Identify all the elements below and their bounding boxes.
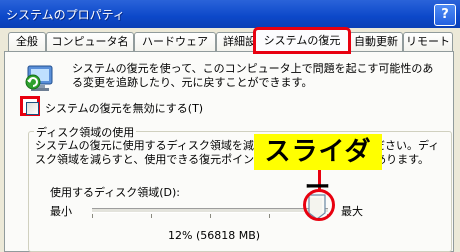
disk-usage-slider-label: 使用するディスク領域(D):: [50, 186, 180, 199]
disk-usage-legend: ディスク領域の使用: [34, 124, 137, 140]
tab-general[interactable]: 全般: [8, 32, 46, 51]
slider-tick: [269, 214, 270, 218]
tab-computer-name[interactable]: コンピュータ名: [46, 32, 134, 51]
slider-tick: [210, 214, 211, 218]
slider-tick: [92, 214, 93, 218]
disable-restore-label[interactable]: システムの復元を無効にする(T): [45, 100, 203, 116]
tab-strip: 全般 コンピュータ名 ハードウェア 詳細設定 システムの復元 自動更新 リモート: [6, 27, 460, 54]
system-restore-icon: [22, 60, 58, 96]
disable-restore-checkbox[interactable]: [26, 102, 39, 115]
restore-description: システムの復元を使って、このコンピュータ上で問題を起こす可能性のある変更を追跡し…: [72, 62, 434, 89]
slider-tick: [151, 214, 152, 218]
slider-min-label: 最小: [50, 205, 72, 218]
disk-usage-description: システムの復元に使用するディスク領域を減らすには左に動かしてください。ディスク領…: [35, 139, 440, 166]
tab-automatic-updates[interactable]: 自動更新: [349, 32, 403, 51]
help-button[interactable]: ?: [434, 4, 456, 26]
slider-max-label: 最大: [341, 205, 363, 218]
disk-usage-value: 12% (56818 MB): [168, 229, 261, 242]
tab-remote[interactable]: リモート: [403, 32, 453, 51]
disable-restore-highlight: [20, 96, 40, 116]
title-bar: システムのプロパティ ?: [0, 0, 460, 28]
slider-callout: スライダー: [254, 134, 382, 203]
slider-track[interactable]: [92, 208, 328, 213]
tab-system-restore[interactable]: システムの復元: [253, 27, 351, 54]
window-title: システムのプロパティ: [6, 8, 125, 22]
tab-hardware[interactable]: ハードウェア: [134, 32, 216, 51]
